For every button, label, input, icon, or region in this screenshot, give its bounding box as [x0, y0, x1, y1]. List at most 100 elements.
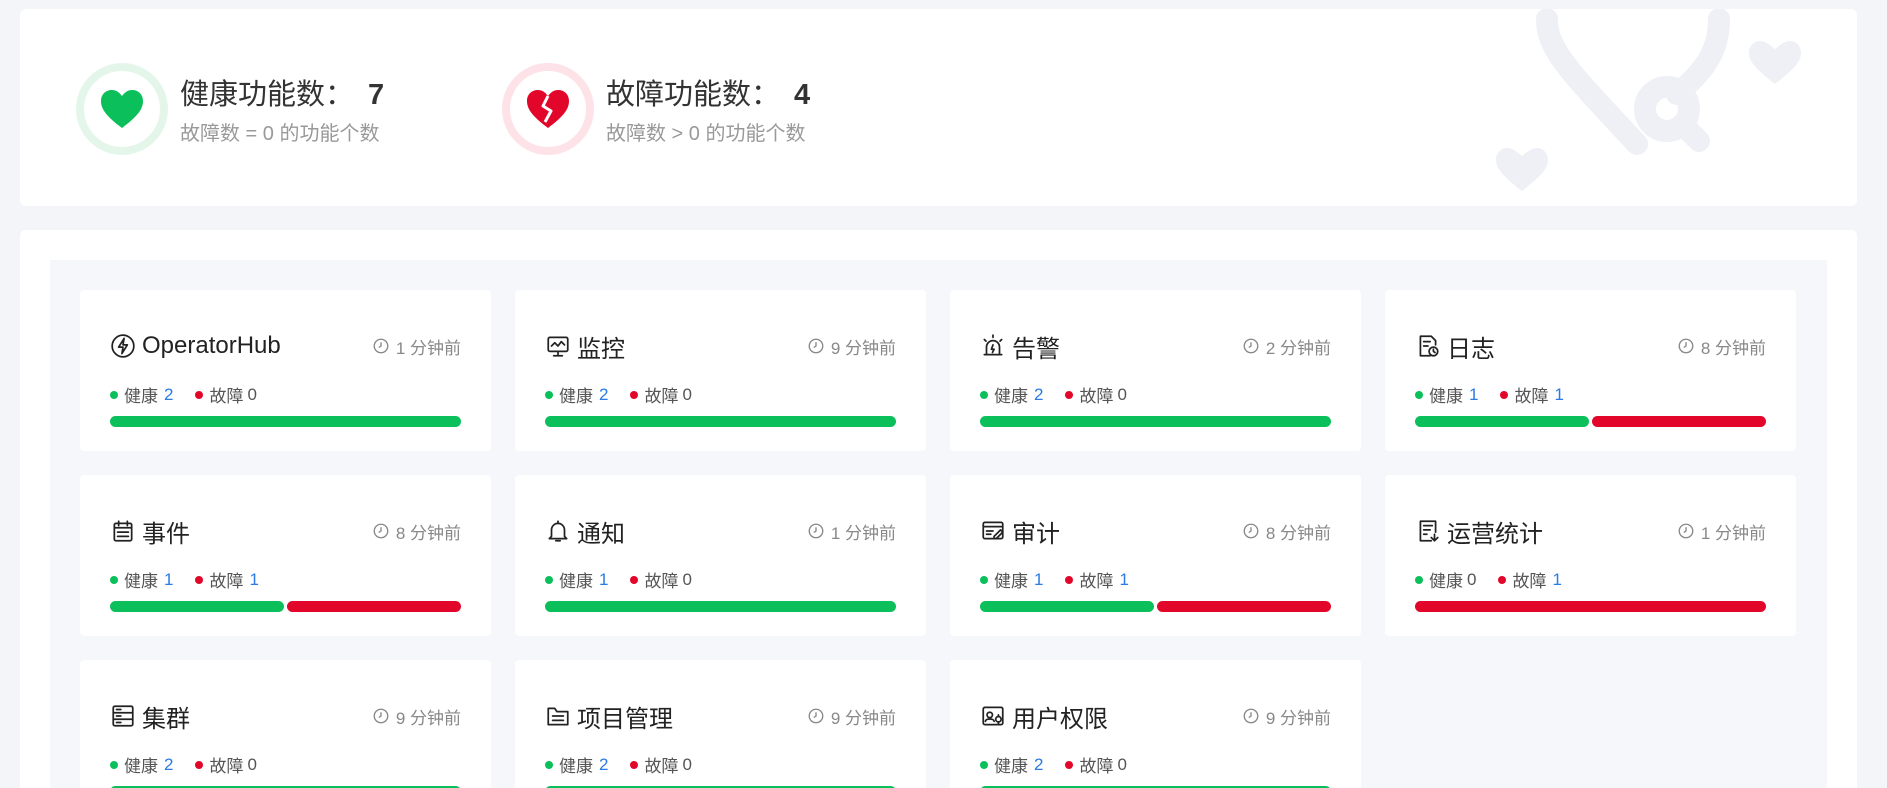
card-updated-time: 1 分钟前 — [1700, 523, 1766, 543]
health-ratio-bar — [1415, 601, 1766, 612]
calendar-icon — [113, 520, 133, 542]
card-legend: 健康 0 故障 1 — [1415, 567, 1766, 592]
health-ratio-bar — [980, 416, 1331, 427]
clock-icon — [373, 523, 389, 539]
card-title: 运营统计 — [1447, 520, 1543, 548]
fault-dot — [1500, 390, 1509, 399]
function-card[interactable]: OperatorHub 1 分钟前 健康 2 故障 0 — [80, 290, 491, 451]
fault-count: 0 — [247, 384, 257, 404]
fault-count[interactable]: 1 — [1552, 570, 1561, 590]
healthy-label: 健康 — [559, 757, 593, 776]
card-updated-time: 8 分钟前 — [395, 523, 461, 543]
healthy-count[interactable]: 2 — [164, 385, 173, 405]
function-card[interactable]: 用户权限 9 分钟前 健康 2 故障 0 — [950, 660, 1361, 788]
healthy-legend: 健康 2 — [980, 752, 1043, 777]
card-updated-time: 1 分钟前 — [830, 523, 896, 543]
card-title: 项目管理 — [577, 705, 673, 733]
healthy-count[interactable]: 2 — [599, 385, 608, 405]
function-card[interactable]: 日志 8 分钟前 健康 1 故障 1 — [1385, 290, 1796, 451]
card-title: OperatorHub — [142, 332, 281, 359]
fault-label: 故障 — [1514, 387, 1549, 406]
fault-count[interactable]: 1 — [1119, 570, 1128, 590]
healthy-label: 健康 — [994, 572, 1028, 591]
card-updated-time: 8 分钟前 — [1265, 523, 1331, 543]
fault-legend: 故障 1 — [195, 567, 259, 592]
fault-bar-segment — [287, 601, 461, 612]
fault-legend: 故障 1 — [1065, 567, 1129, 592]
fault-legend: 故障 1 — [1500, 382, 1564, 407]
card-legend: 健康 2 故障 0 — [980, 382, 1331, 407]
fault-label: 故障 — [644, 572, 679, 591]
healthy-bar-segment — [110, 416, 461, 427]
fault-bar-segment — [1157, 601, 1331, 612]
healthy-legend: 健康 1 — [110, 567, 173, 592]
healthy-count[interactable]: 2 — [1034, 385, 1043, 405]
fault-bar-segment — [1592, 416, 1766, 427]
card-title: 集群 — [142, 705, 190, 733]
healthy-dot — [110, 575, 118, 584]
fault-count[interactable]: 1 — [249, 570, 258, 590]
monitor-icon — [547, 336, 569, 357]
fault-dot — [195, 390, 204, 399]
healthy-count[interactable]: 1 — [1034, 570, 1043, 590]
decorative-background-icon — [1496, 9, 1801, 191]
clock-icon — [1678, 338, 1694, 354]
card-legend: 健康 1 故障 1 — [980, 567, 1331, 592]
healthy-label: 健康 — [1429, 387, 1463, 406]
function-card[interactable]: 事件 8 分钟前 健康 1 故障 1 — [80, 475, 491, 636]
audit-icon — [982, 521, 1004, 540]
function-card[interactable]: 通知 1 分钟前 健康 1 故障 0 — [515, 475, 926, 636]
clock-icon — [1678, 523, 1694, 539]
card-legend: 健康 2 故障 0 — [110, 382, 461, 407]
card-legend: 健康 2 故障 0 — [545, 752, 896, 777]
card-title: 用户权限 — [1012, 705, 1108, 733]
fault-legend: 故障 1 — [1498, 567, 1562, 592]
fault-bar-segment — [1415, 601, 1766, 612]
healthy-dot — [545, 575, 553, 584]
fault-dot — [630, 760, 639, 769]
function-card[interactable]: 审计 8 分钟前 健康 1 故障 1 — [950, 475, 1361, 636]
healthy-legend: 健康 2 — [980, 382, 1043, 407]
healthy-stat-title: 健康功能数： — [180, 79, 355, 111]
fault-count: 0 — [1117, 384, 1127, 404]
healthy-legend: 健康 2 — [110, 752, 173, 777]
fault-count: 0 — [247, 754, 257, 774]
user-permission-icon — [982, 706, 1004, 726]
fault-dot — [1065, 390, 1074, 399]
function-card[interactable]: 监控 9 分钟前 健康 2 故障 0 — [515, 290, 926, 451]
card-title: 日志 — [1447, 335, 1495, 363]
card-legend: 健康 2 故障 0 — [545, 382, 896, 407]
fault-count[interactable]: 1 — [1554, 385, 1563, 405]
folder-icon — [547, 707, 569, 726]
card-updated-time: 9 分钟前 — [1265, 708, 1331, 728]
healthy-label: 健康 — [124, 387, 158, 406]
healthy-count[interactable]: 2 — [1034, 755, 1043, 775]
card-legend: 健康 2 故障 0 — [980, 752, 1331, 777]
card-title: 审计 — [1012, 520, 1060, 548]
faulty-ring — [502, 63, 594, 155]
healthy-bar-segment — [545, 601, 896, 612]
function-card[interactable]: 项目管理 9 分钟前 健康 2 故障 0 — [515, 660, 926, 788]
faulty-stat-subtitle: 故障数 > 0 的功能个数 — [606, 123, 806, 145]
function-card[interactable]: 集群 9 分钟前 健康 2 故障 0 — [80, 660, 491, 788]
clock-icon — [1243, 708, 1259, 724]
healthy-dot — [1415, 390, 1423, 399]
fault-legend: 故障 0 — [630, 382, 692, 407]
healthy-count[interactable]: 2 — [599, 755, 608, 775]
alarm-icon — [983, 334, 1003, 356]
function-card[interactable]: 告警 2 分钟前 健康 2 故障 0 — [950, 290, 1361, 451]
fault-legend: 故障 0 — [195, 382, 257, 407]
cluster-icon — [112, 705, 134, 727]
healthy-count[interactable]: 1 — [599, 570, 608, 590]
function-card[interactable]: 运营统计 1 分钟前 健康 0 故障 1 — [1385, 475, 1796, 636]
clock-icon — [1243, 338, 1259, 354]
health-ratio-bar — [545, 601, 896, 612]
fault-label: 故障 — [209, 757, 244, 776]
healthy-count[interactable]: 1 — [1469, 385, 1478, 405]
card-updated-time: 9 分钟前 — [830, 338, 896, 358]
healthy-count[interactable]: 1 — [164, 570, 173, 590]
function-card-area: OperatorHub 1 分钟前 健康 2 故障 0 监控 9 分钟前 健康 … — [50, 260, 1827, 788]
healthy-count[interactable]: 2 — [164, 755, 173, 775]
log-icon — [1419, 335, 1439, 357]
fault-count: 0 — [682, 754, 692, 774]
